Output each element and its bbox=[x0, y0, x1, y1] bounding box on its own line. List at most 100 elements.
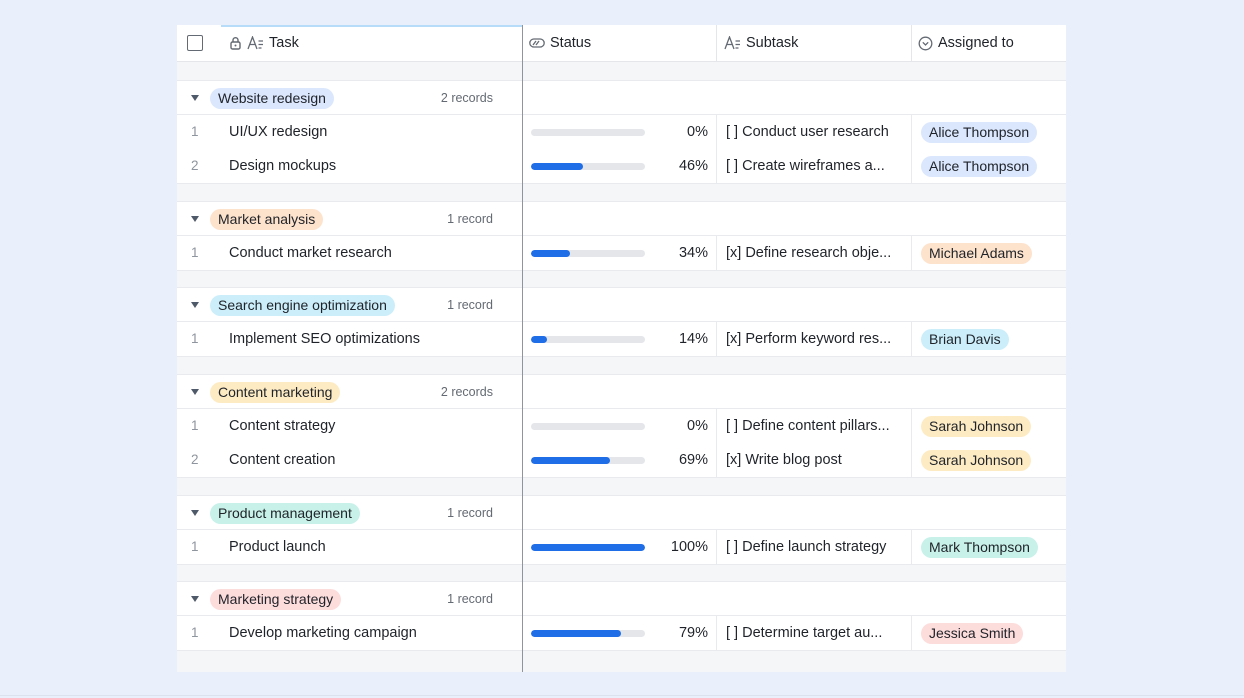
column-header-assigned-to[interactable]: Assigned to bbox=[918, 25, 1014, 61]
row-number: 2 bbox=[191, 452, 199, 467]
table-row[interactable]: 2 Design mockups 46% [ ] Create wireframes … bbox=[177, 149, 1066, 184]
cell-divider bbox=[911, 408, 912, 443]
subtask-cell[interactable]: [x] Perform keyword res... bbox=[726, 322, 908, 356]
row-number: 2 bbox=[191, 158, 199, 173]
row-number: 1 bbox=[191, 330, 199, 346]
group-record-count: 1 record bbox=[447, 506, 493, 520]
cell-divider bbox=[716, 149, 717, 183]
column-header-subtask[interactable]: Subtask bbox=[724, 25, 798, 61]
select-all-checkbox[interactable] bbox=[187, 35, 203, 51]
group-header-row[interactable]: Market analysis 1 record bbox=[177, 201, 1066, 236]
column-title-assigned-to: Assigned to bbox=[938, 35, 1014, 51]
task-name-cell[interactable]: Content creation bbox=[229, 443, 335, 477]
group-header-row[interactable]: Product management 1 record bbox=[177, 495, 1066, 530]
progress-percent: 100% bbox=[670, 538, 708, 555]
column-title-subtask: Subtask bbox=[746, 35, 799, 51]
row-number: 1 bbox=[191, 417, 199, 433]
subtask-cell[interactable]: [ ] Conduct user research bbox=[726, 115, 908, 149]
progress-bar bbox=[531, 422, 645, 430]
column-header-status[interactable]: Status bbox=[529, 25, 591, 61]
task-name-cell[interactable]: Develop marketing campaign bbox=[229, 616, 417, 650]
progress-bar bbox=[531, 543, 645, 551]
task-name-cell[interactable]: Content strategy bbox=[229, 409, 335, 443]
cell-divider bbox=[911, 235, 912, 270]
collapse-caret-icon[interactable] bbox=[191, 596, 199, 602]
table-row[interactable]: 2 Content creation 69% [x] Write blog post S… bbox=[177, 443, 1066, 478]
assignee-tag[interactable]: Michael Adams bbox=[921, 242, 1032, 264]
group-record-count: 2 records bbox=[440, 91, 493, 105]
subtask-cell[interactable]: [ ] Define launch strategy bbox=[726, 530, 908, 564]
progress-field-icon bbox=[529, 38, 545, 48]
task-name-cell[interactable]: Design mockups bbox=[229, 149, 336, 183]
subtask-cell[interactable]: [x] Define research obje... bbox=[726, 236, 908, 270]
row-number: 1 bbox=[191, 244, 199, 260]
collapse-caret-icon[interactable] bbox=[191, 302, 199, 308]
header-divider bbox=[911, 25, 912, 62]
subtask-cell[interactable]: [x] Write blog post bbox=[726, 443, 908, 477]
subtask-cell[interactable]: [ ] Determine target au... bbox=[726, 616, 908, 650]
column-header-task[interactable]: Task bbox=[229, 25, 299, 61]
assignee-tag[interactable]: Alice Thompson bbox=[921, 121, 1038, 143]
table-row[interactable]: 1 Develop marketing campaign 79% [ ] Determ… bbox=[177, 615, 1066, 651]
group-tag: Market analysis bbox=[210, 209, 324, 230]
progress-percent: 69% bbox=[678, 452, 708, 468]
lock-icon bbox=[229, 36, 242, 50]
cell-divider bbox=[716, 321, 717, 356]
assignee-tag[interactable]: Alice Thompson bbox=[921, 156, 1038, 177]
table-row[interactable]: 1 Implement SEO optimizations 14% [x] Perfo… bbox=[177, 321, 1066, 357]
assignee-tag[interactable]: Jessica Smith bbox=[921, 622, 1024, 644]
progress-percent: 0% bbox=[687, 123, 708, 140]
group-header-row[interactable]: Website redesign 2 records bbox=[177, 80, 1066, 115]
cell-divider bbox=[716, 408, 717, 443]
progress-bar bbox=[531, 163, 645, 170]
task-name-cell[interactable]: Product launch bbox=[229, 530, 326, 564]
group-header-row[interactable]: Marketing strategy 1 record bbox=[177, 581, 1066, 616]
row-number: 1 bbox=[191, 624, 199, 640]
collapse-caret-icon[interactable] bbox=[191, 216, 199, 222]
cell-divider bbox=[716, 529, 717, 564]
collapse-caret-icon[interactable] bbox=[191, 95, 199, 101]
cell-divider bbox=[716, 443, 717, 477]
text-field-icon bbox=[724, 36, 741, 50]
collapse-caret-icon[interactable] bbox=[191, 389, 199, 395]
progress-bar bbox=[531, 249, 645, 257]
assignee-tag[interactable]: Mark Thompson bbox=[921, 536, 1038, 558]
cell-divider bbox=[911, 443, 912, 477]
assignee-tag[interactable]: Brian Davis bbox=[921, 328, 1009, 350]
table-row[interactable]: 1 Content strategy 0% [ ] Define content pi… bbox=[177, 408, 1066, 444]
group-tag: Content marketing bbox=[210, 382, 341, 403]
group-header-row[interactable]: Search engine optimization 1 record bbox=[177, 287, 1066, 322]
task-name-cell[interactable]: Conduct market research bbox=[229, 236, 392, 270]
column-title-task: Task bbox=[269, 35, 299, 51]
table-row[interactable]: 1 Conduct market research 34% [x] Define re… bbox=[177, 235, 1066, 271]
subtask-cell[interactable]: [ ] Define content pillars... bbox=[726, 409, 908, 443]
table-row[interactable]: 1 Product launch 100% [ ] Define launch str… bbox=[177, 529, 1066, 565]
cell-divider bbox=[716, 114, 717, 149]
table-row[interactable]: 1 UI/UX redesign 0% [ ] Conduct user resear… bbox=[177, 114, 1066, 150]
group-record-count: 2 records bbox=[440, 385, 493, 399]
group-record-count: 1 record bbox=[447, 212, 493, 226]
column-resize-highlight bbox=[221, 25, 522, 27]
assignee-tag[interactable]: Sarah Johnson bbox=[921, 415, 1032, 437]
cell-divider bbox=[716, 615, 717, 650]
row-number: 1 bbox=[191, 123, 199, 139]
group-header-row[interactable]: Content marketing 2 records bbox=[177, 374, 1066, 409]
task-grid: Task Status Subtask Assigned to Website … bbox=[177, 25, 1066, 672]
collapse-caret-icon[interactable] bbox=[191, 510, 199, 516]
cell-divider bbox=[716, 235, 717, 270]
subtask-cell[interactable]: [ ] Create wireframes a... bbox=[726, 149, 908, 183]
cell-divider bbox=[911, 149, 912, 183]
group-record-count: 1 record bbox=[447, 298, 493, 312]
progress-bar bbox=[531, 629, 645, 637]
column-title-status: Status bbox=[550, 35, 592, 51]
progress-percent: 0% bbox=[687, 417, 708, 434]
progress-bar-fill bbox=[531, 457, 610, 464]
cell-divider bbox=[911, 114, 912, 149]
task-name-cell[interactable]: Implement SEO optimizations bbox=[229, 322, 420, 356]
progress-bar bbox=[531, 128, 645, 136]
progress-percent: 46% bbox=[678, 158, 708, 174]
frozen-column-divider bbox=[522, 25, 523, 672]
cell-divider bbox=[911, 615, 912, 650]
task-name-cell[interactable]: UI/UX redesign bbox=[229, 115, 327, 149]
assignee-tag[interactable]: Sarah Johnson bbox=[921, 450, 1032, 471]
